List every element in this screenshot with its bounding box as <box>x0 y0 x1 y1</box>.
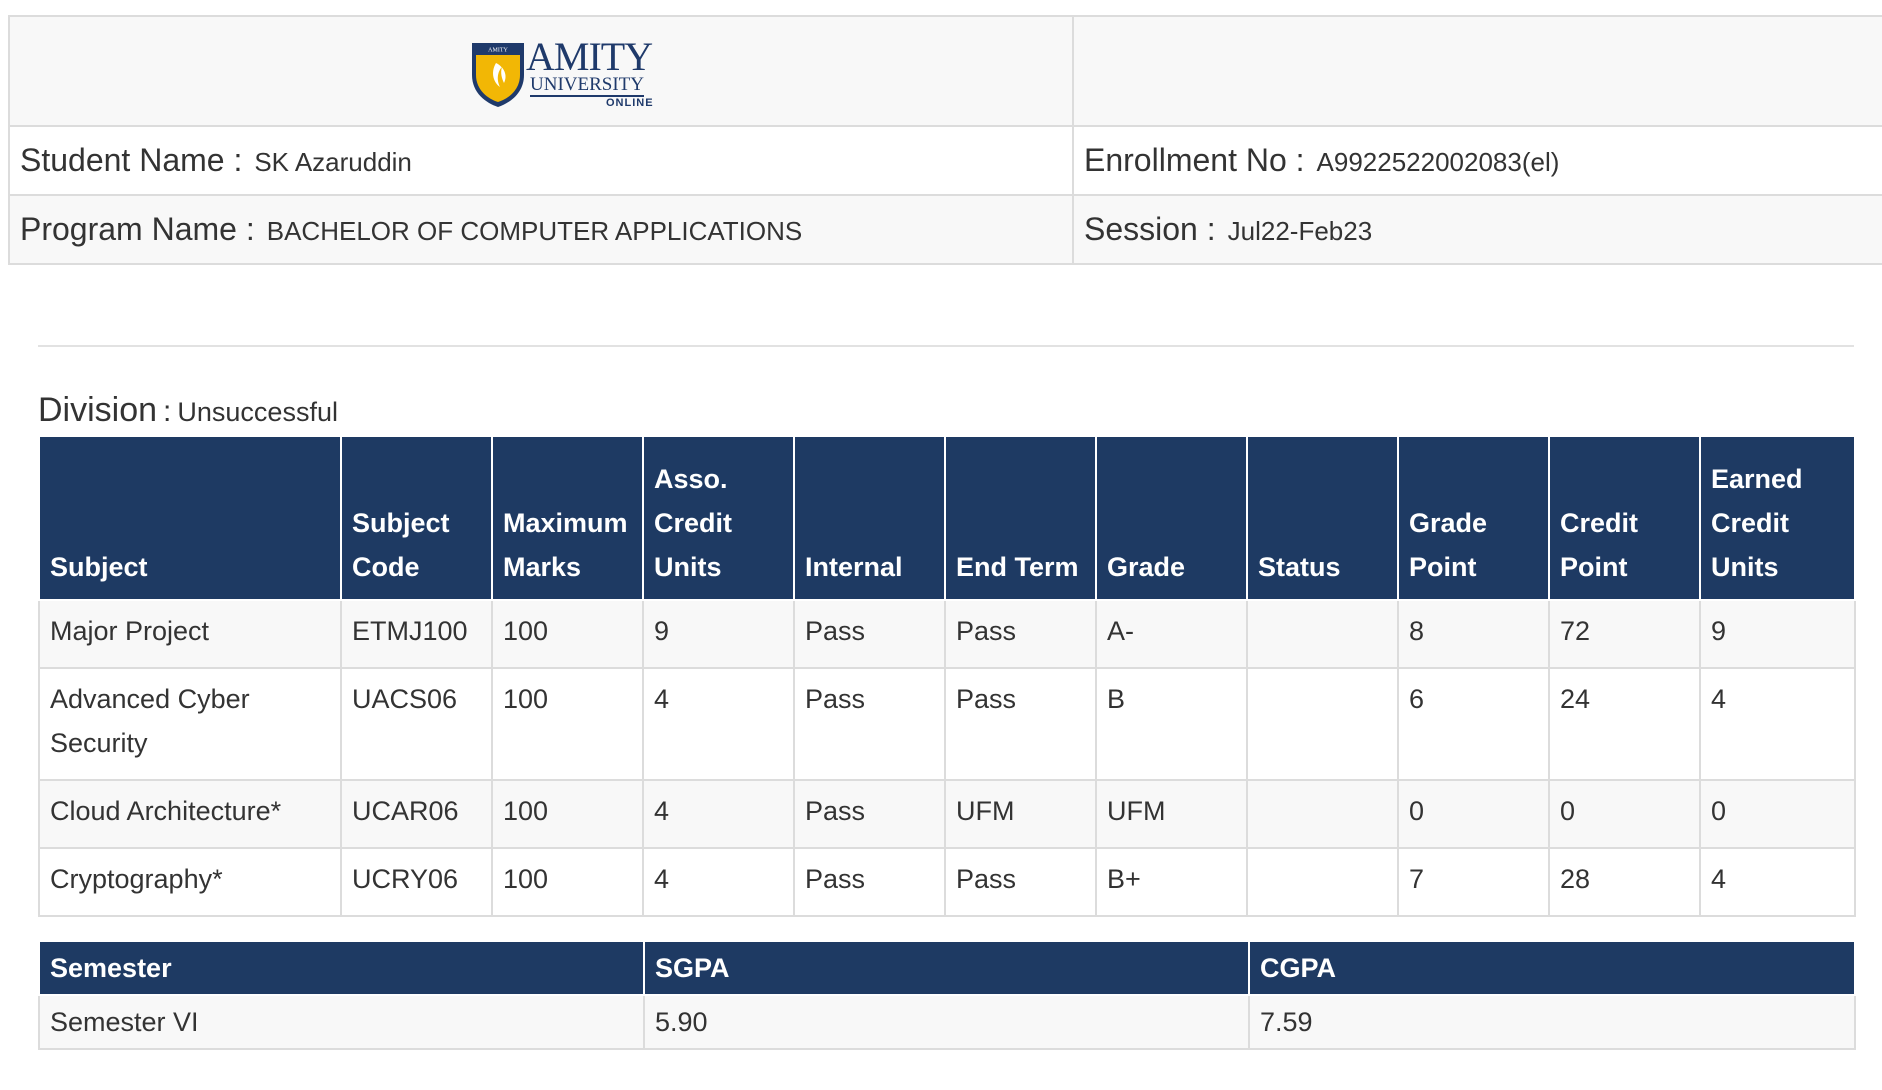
cell-grade: B+ <box>1095 847 1248 917</box>
cell-end-term: Pass <box>944 599 1097 669</box>
table-row: Cryptography* UCRY06 100 4 Pass Pass B+ … <box>38 847 1856 917</box>
cell-maximum-marks: 100 <box>491 847 644 917</box>
division-line: Division: Unsuccessful <box>38 390 338 430</box>
cell-internal: Pass <box>793 847 946 917</box>
logo-row: AMITY AMITY UNIVERSITY ONLINE <box>8 15 1882 127</box>
cell-earned-credit-units: 9 <box>1699 599 1856 669</box>
cell-credit-point: 24 <box>1548 667 1701 781</box>
col-header-credit-units: Asso. Credit Units <box>642 435 795 601</box>
logo-title: AMITY <box>526 34 653 79</box>
cell-grade-point: 8 <box>1397 599 1550 669</box>
marks-header-row: Subject Subject Code Maximum Marks Asso.… <box>38 435 1856 601</box>
table-row: Advanced Cyber Security UACS06 100 4 Pas… <box>38 667 1856 781</box>
cell-subject-code: UCAR06 <box>340 779 493 849</box>
cell-earned-credit-units: 4 <box>1699 847 1856 917</box>
enrollment-label: Enrollment No : <box>1084 142 1305 178</box>
col-header-end-term: End Term <box>944 435 1097 601</box>
cell-subject-code: UACS06 <box>340 667 493 781</box>
cell-end-term: Pass <box>944 847 1097 917</box>
col-header-internal: Internal <box>793 435 946 601</box>
cell-cgpa: 7.59 <box>1248 994 1856 1050</box>
session-label: Session : <box>1084 211 1216 247</box>
cell-earned-credit-units: 0 <box>1699 779 1856 849</box>
col-header-subject: Subject <box>38 435 342 601</box>
session-cell: Session : Jul22-Feb23 <box>1072 194 1882 265</box>
cell-earned-credit-units: 4 <box>1699 667 1856 781</box>
cell-subject: Major Project <box>38 599 342 669</box>
logo-cell: AMITY AMITY UNIVERSITY ONLINE <box>8 15 1074 127</box>
cell-credit-point: 0 <box>1548 779 1701 849</box>
student-name-label: Student Name : <box>20 142 243 178</box>
cell-credit-point: 28 <box>1548 847 1701 917</box>
cell-subject: Cloud Architecture* <box>38 779 342 849</box>
cell-grade: UFM <box>1095 779 1248 849</box>
table-row: Semester VI 5.90 7.59 <box>38 994 1856 1050</box>
cell-subject: Cryptography* <box>38 847 342 917</box>
amity-logo: AMITY AMITY UNIVERSITY ONLINE <box>470 37 680 123</box>
cell-status <box>1246 847 1399 917</box>
cell-subject-code: ETMJ100 <box>340 599 493 669</box>
enrollment-value: A9922522002083(el) <box>1316 147 1560 177</box>
student-row: Student Name : SK Azaruddin Enrollment No… <box>8 125 1882 196</box>
table-row: Major Project ETMJ100 100 9 Pass Pass A-… <box>38 599 1856 669</box>
col-header-grade: Grade <box>1095 435 1248 601</box>
student-name-cell: Student Name : SK Azaruddin <box>8 125 1074 196</box>
logo-subtitle: UNIVERSITY <box>530 74 644 97</box>
col-header-grade-point: Grade Point <box>1397 435 1550 601</box>
division-separator: : <box>163 395 172 428</box>
cell-grade-point: 7 <box>1397 847 1550 917</box>
logo-tagline: ONLINE <box>606 97 654 109</box>
amity-shield-icon: AMITY <box>472 43 524 107</box>
session-value: Jul22-Feb23 <box>1227 216 1373 246</box>
col-header-maximum-marks: Maximum Marks <box>491 435 644 601</box>
cell-grade-point: 0 <box>1397 779 1550 849</box>
cell-status <box>1246 667 1399 781</box>
col-header-cgpa: CGPA <box>1248 940 1856 996</box>
cell-credit-units: 4 <box>642 779 795 849</box>
col-header-sgpa: SGPA <box>643 940 1250 996</box>
cell-end-term: UFM <box>944 779 1097 849</box>
cell-credit-point: 72 <box>1548 599 1701 669</box>
division-label: Division <box>38 391 158 429</box>
col-header-status: Status <box>1246 435 1399 601</box>
col-header-earned-credit-units: Earned Credit Units <box>1699 435 1856 601</box>
enrollment-cell: Enrollment No : A9922522002083(el) <box>1072 125 1882 196</box>
col-header-semester: Semester <box>38 940 645 996</box>
sgpa-table: Semester SGPA CGPA Semester VI 5.90 7.59 <box>38 940 1856 1050</box>
col-header-subject-code: Subject Code <box>340 435 493 601</box>
logo-empty-cell <box>1072 15 1882 127</box>
cell-credit-units: 4 <box>642 847 795 917</box>
cell-grade: A- <box>1095 599 1248 669</box>
svg-text:AMITY: AMITY <box>488 48 508 54</box>
student-info-table: AMITY AMITY UNIVERSITY ONLINE Student Na… <box>8 15 1882 265</box>
section-divider <box>38 345 1854 347</box>
cell-status <box>1246 779 1399 849</box>
cell-sgpa: 5.90 <box>643 994 1250 1050</box>
cell-credit-units: 4 <box>642 667 795 781</box>
table-row: Cloud Architecture* UCAR06 100 4 Pass UF… <box>38 779 1856 849</box>
marks-table: Subject Subject Code Maximum Marks Asso.… <box>38 435 1856 917</box>
cell-internal: Pass <box>793 779 946 849</box>
cell-semester: Semester VI <box>38 994 645 1050</box>
cell-status <box>1246 599 1399 669</box>
cell-internal: Pass <box>793 599 946 669</box>
division-value: Unsuccessful <box>177 397 338 427</box>
cell-maximum-marks: 100 <box>491 599 644 669</box>
col-header-credit-point: Credit Point <box>1548 435 1701 601</box>
cell-maximum-marks: 100 <box>491 667 644 781</box>
cell-maximum-marks: 100 <box>491 779 644 849</box>
cell-credit-units: 9 <box>642 599 795 669</box>
student-name-value: SK Azaruddin <box>254 147 412 177</box>
sgpa-header-row: Semester SGPA CGPA <box>38 940 1856 996</box>
cell-internal: Pass <box>793 667 946 781</box>
program-row: Program Name : BACHELOR OF COMPUTER APPLI… <box>8 194 1882 265</box>
cell-subject: Advanced Cyber Security <box>38 667 342 781</box>
cell-grade: B <box>1095 667 1248 781</box>
cell-subject-code: UCRY06 <box>340 847 493 917</box>
program-value: BACHELOR OF COMPUTER APPLICATIONS <box>266 216 803 246</box>
cell-end-term: Pass <box>944 667 1097 781</box>
program-cell: Program Name : BACHELOR OF COMPUTER APPLI… <box>8 194 1074 265</box>
cell-grade-point: 6 <box>1397 667 1550 781</box>
program-label: Program Name : <box>20 211 255 247</box>
